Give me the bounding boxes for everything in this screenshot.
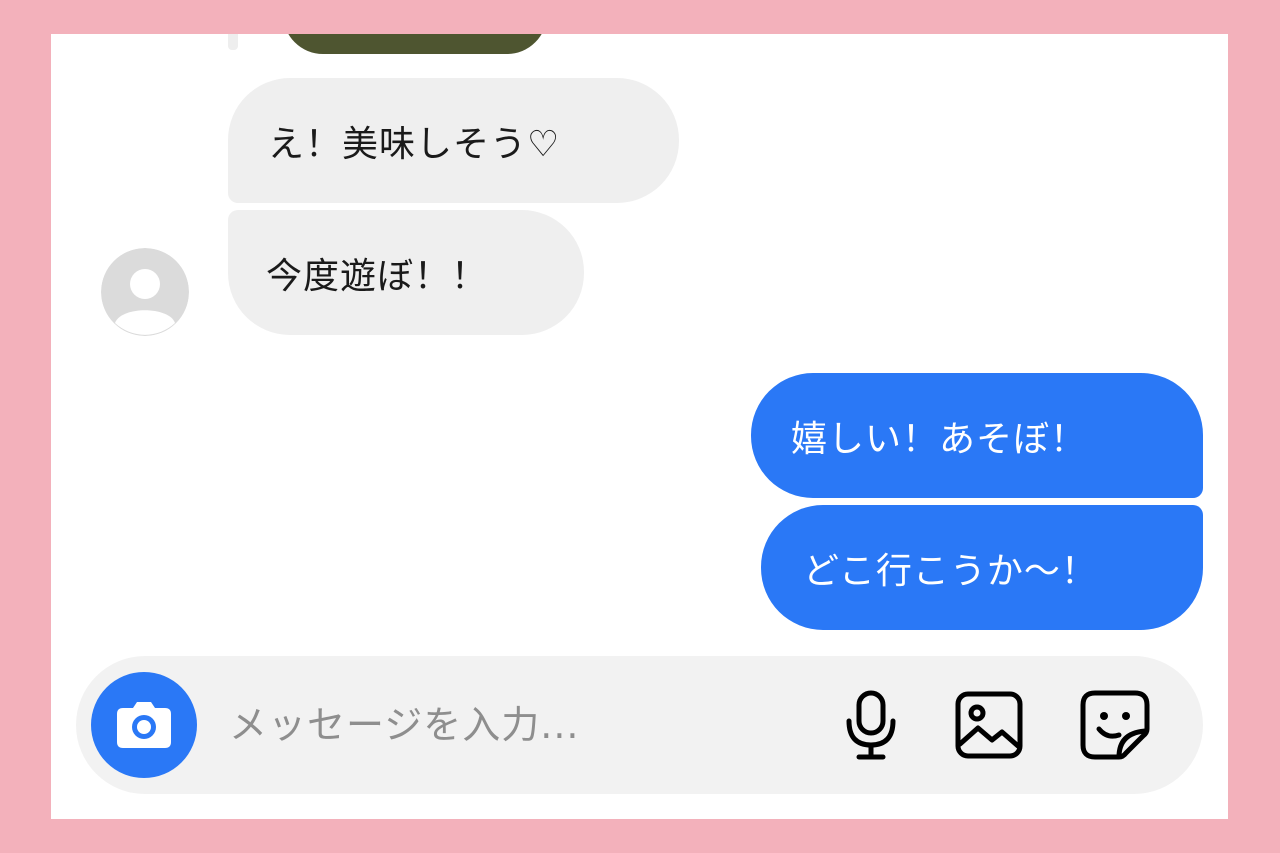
sent-message[interactable]: 嬉しい！あそぼ！: [751, 373, 1203, 498]
message-text: え！美味しそう♡: [268, 123, 561, 165]
message-input[interactable]: メッセージを入力...: [229, 656, 579, 794]
sticker-button[interactable]: [1076, 686, 1154, 764]
received-message[interactable]: え！美味しそう♡: [228, 78, 679, 203]
microphone-icon: [846, 690, 896, 760]
camera-button[interactable]: [91, 672, 197, 778]
sender-avatar[interactable]: [101, 248, 189, 336]
sent-message[interactable]: どこ行こうか～！: [761, 505, 1203, 630]
message-text: 嬉しい！あそぼ！: [791, 418, 1088, 460]
message-composer: メッセージを入力...: [76, 656, 1203, 794]
voice-message-button[interactable]: [832, 686, 910, 764]
previous-photo-message[interactable]: [283, 34, 547, 54]
sticker-icon: [1080, 690, 1150, 760]
reply-thread-line: [228, 34, 238, 50]
chat-window: え！美味しそう♡ 今度遊ぼ！！ 嬉しい！あそぼ！ どこ行こうか～！ メッセージを…: [51, 34, 1228, 819]
camera-icon: [117, 702, 171, 748]
image-icon: [955, 691, 1023, 759]
gallery-button[interactable]: [950, 686, 1028, 764]
received-message[interactable]: 今度遊ぼ！！: [228, 210, 584, 335]
default-avatar-icon: [101, 248, 189, 336]
message-text: 今度遊ぼ！！: [266, 255, 489, 297]
message-text: どこ行こうか～！: [803, 550, 1098, 592]
